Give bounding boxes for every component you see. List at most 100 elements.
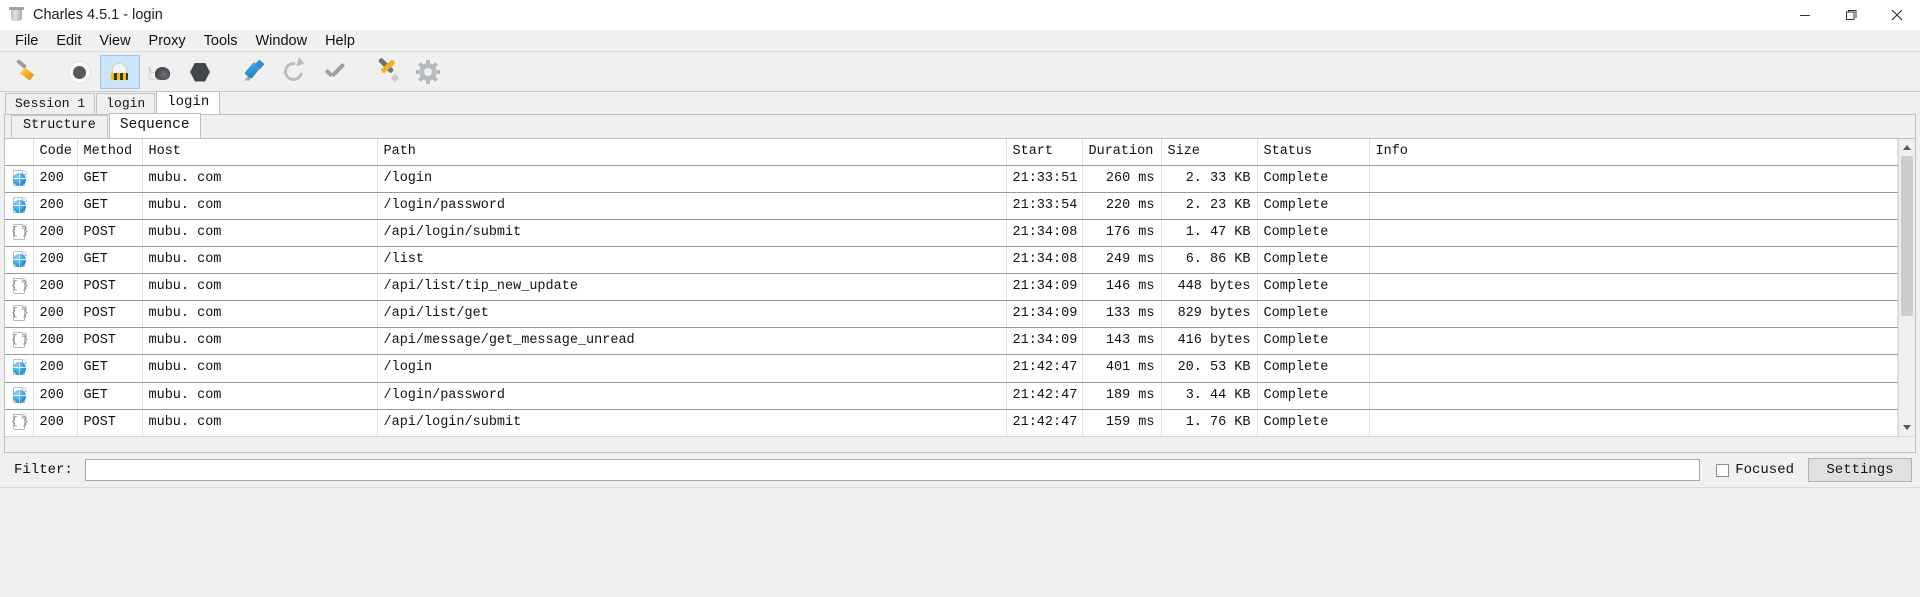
tab-structure[interactable]: Structure [11,115,108,138]
table-row[interactable]: { } 200 POST mubu. com/api/message/get_mess… [5,327,1898,356]
focused-checkbox[interactable] [1716,463,1730,477]
cell-code: 200 [33,382,78,410]
session-tab-login-1[interactable]: login [96,93,156,114]
focused-checkbox-group[interactable]: Focused [1716,462,1794,478]
scroll-down-button[interactable] [1899,419,1915,436]
column-header-duration[interactable]: Duration [1082,139,1162,166]
table-row[interactable]: 200 GET mubu. com/login 21:42:47 401 ms 20. 5… [5,354,1898,383]
table-row[interactable]: { } 200 POST mubu. com/api/login/submit 21:4… [5,409,1898,436]
column-header-host[interactable]: Host [142,139,378,166]
table-row[interactable]: 200 GET mubu. com/login/password 21:33:54 22… [5,192,1898,221]
toolbar-settings-button[interactable] [408,55,448,89]
breakpoints-button[interactable] [180,55,220,89]
cell-duration: 146 ms [1082,273,1162,302]
table-row[interactable]: { } 200 POST mubu. com/api/list/get 21:34:09… [5,300,1898,329]
column-header-info[interactable]: Info [1369,139,1898,166]
table-row[interactable]: 200 GET mubu. com/list 21:34:08 249 ms 6. 86 … [5,246,1898,275]
minimize-button[interactable] [1782,0,1828,30]
cell-info [1369,382,1898,410]
cell-status: Complete [1257,300,1370,329]
table-row[interactable]: 200 GET mubu. com/login/password 21:42:47 18… [5,382,1898,410]
cell-code: 200 [33,273,78,302]
window-title: Charles 4.5.1 - login [33,7,163,23]
column-header-start[interactable]: Start [1006,139,1083,166]
menu-window[interactable]: Window [246,32,316,50]
scrollbar-thumb[interactable] [1901,156,1913,316]
cell-host: mubu. com [142,354,378,383]
cell-duration: 159 ms [1082,409,1162,436]
cell-method: POST [77,219,143,248]
menu-view[interactable]: View [90,32,139,50]
json-document-icon: { } [11,305,29,322]
scrollbar-track[interactable] [1899,156,1915,419]
json-document-icon: { } [11,332,29,349]
cell-code: 200 [33,409,78,436]
chevron-up-icon [1903,145,1911,150]
horizontal-scrollbar[interactable] [5,436,1915,452]
cell-path: /login/password [377,382,1007,410]
cell-status: Complete [1257,219,1370,248]
globe-icon [11,251,28,268]
requests-table: Code Method Host Path Start Duration Siz… [5,139,1898,436]
tools-button[interactable] [368,55,408,89]
menu-proxy[interactable]: Proxy [140,32,195,50]
cell-path: /login [377,165,1007,194]
refresh-arrow-icon [280,56,307,85]
settings-button[interactable]: Settings [1808,458,1912,482]
cell-start: 21:42:47 [1006,409,1083,436]
cell-info [1369,192,1898,221]
cell-duration: 260 ms [1082,165,1162,194]
vertical-scrollbar[interactable] [1898,139,1915,436]
cell-method: GET [77,354,143,383]
table-row[interactable]: 200 GET mubu. com/login 21:33:51 260 ms 2. 33… [5,165,1898,194]
column-header-path[interactable]: Path [377,139,1007,166]
record-button[interactable] [60,55,100,89]
cell-host: mubu. com [142,219,378,248]
cell-info [1369,300,1898,329]
cell-path: /list [377,246,1007,275]
hexagon-icon [187,59,213,85]
menu-edit[interactable]: Edit [47,32,90,50]
row-type-cell: { } [5,273,34,302]
row-type-cell [5,192,34,221]
session-tab-login-2[interactable]: login [156,91,221,114]
row-type-cell: { } [5,409,34,436]
cell-duration: 143 ms [1082,327,1162,356]
restore-button[interactable] [1828,0,1874,30]
validate-button[interactable] [314,55,354,89]
clear-session-button[interactable] [6,55,46,89]
tab-sequence[interactable]: Sequence [108,113,201,138]
throttle-button[interactable] [100,54,140,89]
compose-button[interactable] [234,55,274,89]
scroll-up-button[interactable] [1899,139,1915,156]
cell-size: 416 bytes [1161,327,1258,356]
cell-code: 200 [33,165,78,194]
menu-help[interactable]: Help [316,32,364,50]
filter-input[interactable] [84,459,1701,481]
menu-tools[interactable]: Tools [195,32,247,50]
column-header-status[interactable]: Status [1257,139,1370,166]
pen-icon [241,59,267,85]
row-type-cell: { } [5,219,34,248]
row-type-cell [5,354,34,383]
cell-status: Complete [1257,246,1370,275]
start-throttling-button[interactable] [140,55,180,89]
repeat-button[interactable] [274,55,314,89]
column-header-method[interactable]: Method [77,139,143,166]
session-tab-session-1[interactable]: Session 1 [5,93,96,114]
cell-size: 2. 23 KB [1161,192,1258,221]
view-tab-bar: Structure Sequence [5,113,1915,139]
table-row[interactable]: { } 200 POST mubu. com/api/login/submit 21:3… [5,219,1898,248]
cell-method: GET [77,192,143,221]
close-button[interactable] [1874,0,1920,30]
cell-method: GET [77,382,143,410]
menu-file[interactable]: File [6,32,47,50]
column-header-size[interactable]: Size [1161,139,1258,166]
cell-status: Complete [1257,165,1370,194]
cell-start: 21:34:09 [1006,327,1083,356]
focused-label: Focused [1735,462,1794,478]
column-header-icon[interactable] [5,139,34,166]
globe-icon [11,170,28,187]
table-row[interactable]: { } 200 POST mubu. com/api/list/tip_new_upd… [5,273,1898,302]
column-header-code[interactable]: Code [33,139,78,166]
